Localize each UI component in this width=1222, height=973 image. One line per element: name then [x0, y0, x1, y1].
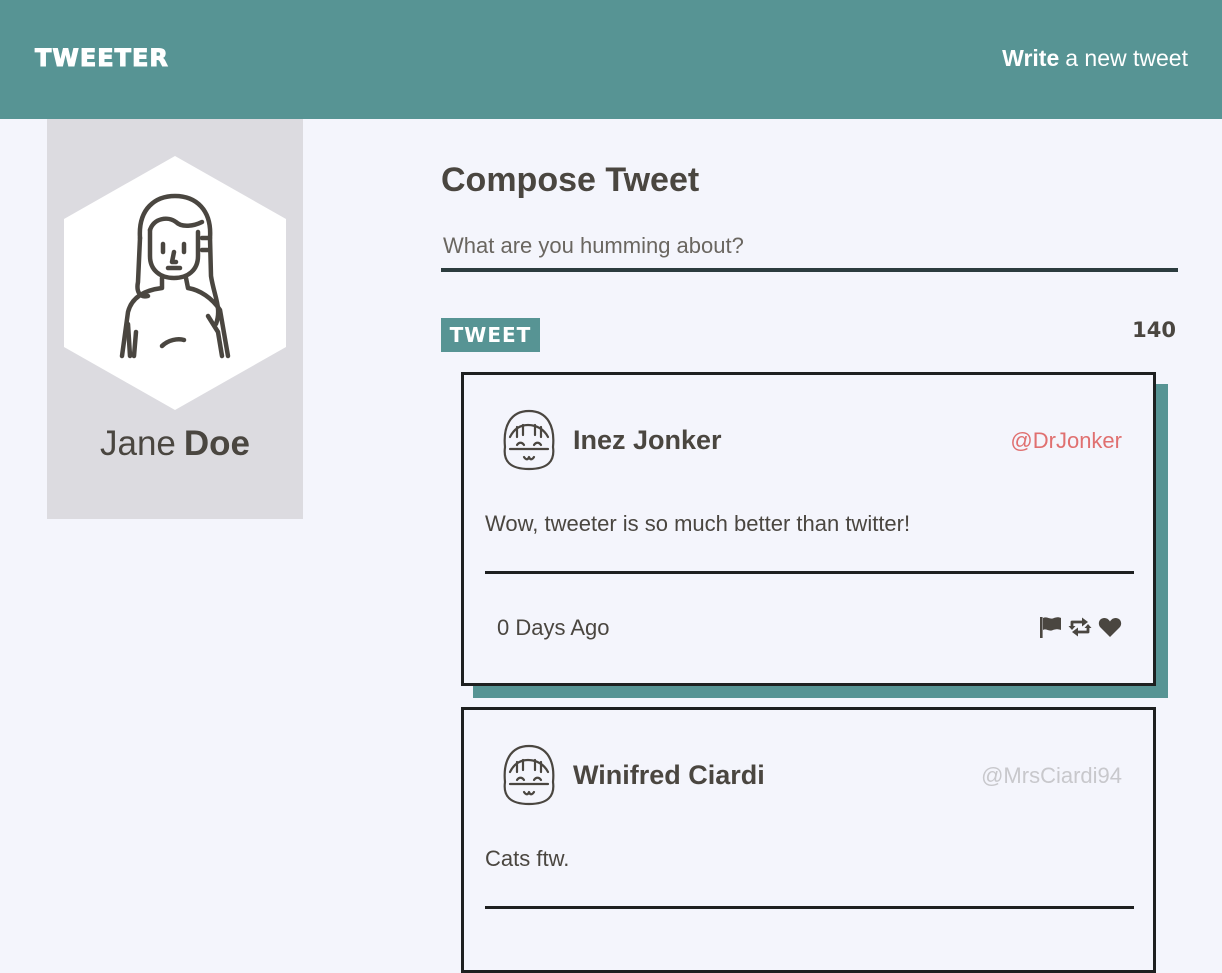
compose-title: Compose Tweet: [441, 161, 700, 199]
tweet-author-handle[interactable]: @DrJonker: [1010, 428, 1122, 454]
tweet-divider: [485, 571, 1134, 574]
retweet-icon[interactable]: [1068, 615, 1092, 639]
tweet-submit-button[interactable]: TWEET: [441, 318, 540, 352]
character-counter: 140: [1132, 318, 1176, 342]
top-nav: TWEETER Write a new tweet: [0, 0, 1222, 119]
write-new-tweet-link[interactable]: Write a new tweet: [1002, 45, 1188, 72]
tweet-card[interactable]: Winifred Ciardi @MrsCiardi94 Cats ftw.: [461, 707, 1156, 973]
heart-icon[interactable]: [1098, 615, 1122, 639]
tweet-author-name: Winifred Ciardi: [573, 760, 765, 790]
tweet-author-handle[interactable]: @MrsCiardi94: [981, 763, 1122, 789]
user-avatar-icon: [503, 744, 555, 806]
brand-logo[interactable]: TWEETER: [35, 44, 169, 73]
write-link-bold: Write: [1002, 45, 1060, 71]
tweet-timestamp: 0 Days Ago: [497, 615, 610, 640]
tweet-divider: [485, 906, 1134, 909]
profile-card: Jane Doe: [47, 119, 303, 519]
user-avatar-icon: [503, 409, 555, 471]
tweet-author-name: Inez Jonker: [573, 425, 722, 455]
profile-name: Jane Doe: [47, 424, 303, 464]
tweet-body: Wow, tweeter is so much better than twit…: [485, 511, 911, 536]
tweet-actions: [1038, 615, 1122, 639]
profile-last-name: Doe: [183, 424, 251, 463]
profile-first-name: Jane: [99, 424, 176, 463]
tweet-body: Cats ftw.: [485, 846, 570, 871]
tweet-text-input[interactable]: [441, 228, 1178, 272]
compose-section: Compose Tweet TWEET 140: [441, 158, 1178, 352]
woman-avatar-icon: [64, 156, 286, 410]
tweet-card[interactable]: Inez Jonker @DrJonker Wow, tweeter is so…: [461, 372, 1156, 686]
flag-icon[interactable]: [1038, 615, 1062, 639]
write-link-rest: a new tweet: [1065, 45, 1188, 71]
